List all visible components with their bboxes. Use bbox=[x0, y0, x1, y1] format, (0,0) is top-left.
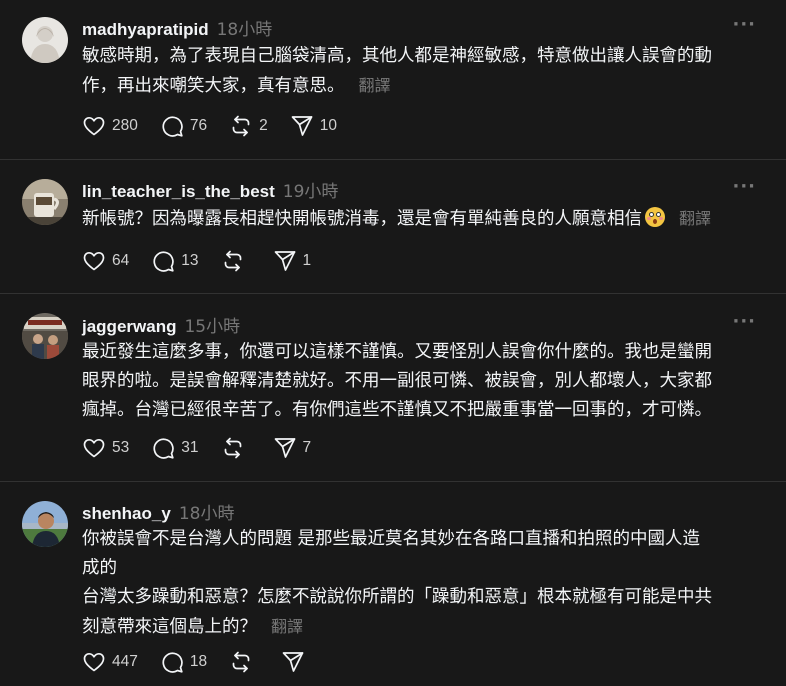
post-text-line: 刻意帶來這個島上的？ bbox=[82, 617, 257, 637]
post-text-line: 成的 bbox=[82, 558, 117, 578]
action-bar: 53 31 7 bbox=[82, 436, 333, 460]
post-text: 你被誤會不是台灣人的問題 是那些最近莫名其妙在各路口直播和拍照的中國人造 成的 … bbox=[82, 525, 767, 642]
like-button[interactable]: 447 bbox=[82, 650, 138, 674]
reply-count: 13 bbox=[181, 252, 199, 269]
reply-button[interactable]: 18 bbox=[160, 650, 207, 674]
avatar[interactable] bbox=[22, 179, 68, 225]
repost-icon bbox=[232, 115, 250, 137]
username[interactable]: lin_teacher_is_the_best bbox=[82, 182, 275, 202]
comment-icon bbox=[153, 438, 174, 459]
heart-icon bbox=[83, 652, 105, 672]
username[interactable]: shenhao_y bbox=[82, 504, 171, 524]
heart-icon bbox=[83, 438, 105, 458]
divider bbox=[0, 293, 786, 294]
post-text-line: 新帳號？因為曝露長相趕快開帳號消毒，還是會有單純善良的人願意相信 bbox=[82, 209, 642, 229]
share-icon bbox=[291, 116, 313, 136]
timestamp: 18小時 bbox=[178, 504, 235, 524]
divider bbox=[0, 159, 786, 160]
repost-count: 2 bbox=[259, 117, 268, 134]
post-text: 敏感時期，為了表現自己腦袋清高，其他人都是神經敏感，特意做出讓人誤會的動 作，再… bbox=[82, 42, 767, 101]
share-icon bbox=[274, 251, 295, 271]
avatar[interactable] bbox=[22, 313, 68, 359]
reply-button[interactable]: 31 bbox=[151, 436, 199, 460]
repost-button[interactable] bbox=[221, 436, 251, 460]
like-button[interactable]: 64 bbox=[82, 249, 129, 273]
reply-count: 31 bbox=[181, 439, 199, 456]
post-header: shenhao_y 18小時 bbox=[82, 499, 234, 524]
post-text-line: 作，再出來嘲笑大家，真有意思。 bbox=[82, 76, 345, 96]
translate-link[interactable]: 翻譯 bbox=[359, 76, 391, 95]
post-text-line: 你被誤會不是台灣人的問題 是那些最近莫名其妙在各路口直播和拍照的中國人造 bbox=[82, 529, 701, 549]
share-count: 10 bbox=[319, 117, 337, 134]
repost-button[interactable]: 2 bbox=[229, 114, 268, 138]
more-icon[interactable]: ··· bbox=[732, 14, 756, 35]
comment-icon bbox=[162, 652, 183, 673]
share-button[interactable]: 7 bbox=[273, 436, 312, 460]
share-button[interactable] bbox=[281, 650, 311, 674]
reply-button[interactable]: 13 bbox=[151, 249, 199, 273]
threads-reply-feed: madhyapratipid 18小時 ··· 敏感時期，為了表現自己腦袋清高，… bbox=[0, 0, 786, 686]
more-icon[interactable]: ··· bbox=[732, 176, 756, 197]
post-header: madhyapratipid 18小時 bbox=[82, 15, 272, 40]
comment-icon bbox=[162, 116, 183, 137]
avatar[interactable] bbox=[22, 501, 68, 547]
share-icon bbox=[282, 652, 304, 672]
action-bar: 64 13 1 bbox=[82, 249, 333, 273]
comment-icon bbox=[153, 251, 174, 272]
post-header: lin_teacher_is_the_best 19小時 bbox=[82, 177, 338, 202]
share-icon bbox=[274, 438, 295, 458]
like-count: 53 bbox=[112, 439, 130, 456]
like-count: 447 bbox=[112, 653, 138, 670]
like-count: 64 bbox=[112, 252, 130, 269]
post-text-line: 台灣太多躁動和惡意？怎麼不說說你所謂的「躁動和惡意」根本就極有可能是中共 bbox=[82, 587, 712, 607]
reply-button[interactable]: 76 bbox=[160, 114, 207, 138]
action-bar: 447 18 bbox=[82, 650, 333, 674]
action-bar: 280 76 2 10 bbox=[82, 114, 359, 138]
like-button[interactable]: 53 bbox=[82, 436, 129, 460]
flushed-face-icon bbox=[645, 207, 665, 227]
share-count: 7 bbox=[302, 439, 312, 456]
repost-button[interactable] bbox=[221, 249, 251, 273]
like-button[interactable]: 280 bbox=[82, 114, 138, 138]
post-text: 最近發生這麼多事，你還可以這樣不謹慎。又要怪別人誤會你什麼的。我也是蠻開 眼界的… bbox=[82, 338, 767, 425]
translate-link[interactable]: 翻譯 bbox=[679, 209, 711, 228]
username[interactable]: madhyapratipid bbox=[82, 20, 209, 40]
heart-icon bbox=[83, 251, 105, 271]
post-text-line: 眼界的啦。是誤會解釋清楚就好。不用一副很可憐、被誤會，別人都壞人，大家都 bbox=[82, 371, 712, 391]
divider bbox=[0, 481, 786, 482]
more-icon[interactable]: ··· bbox=[732, 311, 756, 332]
repost-icon bbox=[224, 437, 241, 459]
share-button[interactable]: 1 bbox=[273, 249, 312, 273]
share-button[interactable]: 10 bbox=[290, 114, 337, 138]
post-text-line: 最近發生這麼多事，你還可以這樣不謹慎。又要怪別人誤會你什麼的。我也是蠻開 bbox=[82, 342, 712, 362]
translate-link[interactable]: 翻譯 bbox=[271, 617, 303, 636]
timestamp: 18小時 bbox=[216, 20, 273, 40]
heart-icon bbox=[83, 116, 105, 136]
repost-icon bbox=[232, 651, 250, 673]
like-count: 280 bbox=[112, 117, 138, 134]
repost-button[interactable] bbox=[229, 650, 259, 674]
post-text-line: 敏感時期，為了表現自己腦袋清高，其他人都是神經敏感，特意做出讓人誤會的動 bbox=[82, 46, 712, 66]
reply-count: 76 bbox=[189, 117, 208, 134]
username[interactable]: jaggerwang bbox=[82, 317, 176, 337]
post-text-line: 瘋掉。台灣已經很辛苦了。有你們這些不謹慎又不把嚴重事當一回事的，才可憐。 bbox=[82, 400, 712, 420]
timestamp: 19小時 bbox=[282, 182, 339, 202]
repost-icon bbox=[224, 250, 241, 272]
share-count: 1 bbox=[302, 252, 312, 269]
avatar[interactable] bbox=[22, 17, 68, 63]
timestamp: 15小時 bbox=[184, 317, 241, 337]
post-header: jaggerwang 15小時 bbox=[82, 312, 240, 337]
reply-count: 18 bbox=[189, 653, 208, 670]
post-text: 新帳號？因為曝露長相趕快開帳號消毒，還是會有單純善良的人願意相信 翻譯 bbox=[82, 204, 767, 234]
